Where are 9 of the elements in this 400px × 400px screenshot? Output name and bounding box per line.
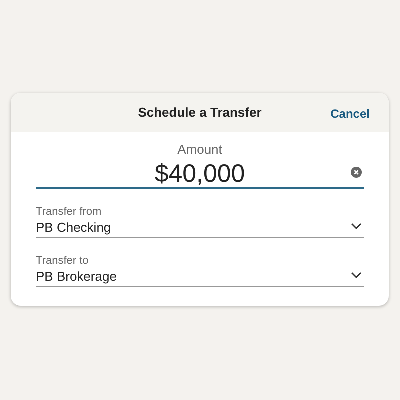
- amount-field[interactable]: $40,000: [36, 160, 364, 188]
- chevron-down-icon: [351, 222, 362, 230]
- account-select[interactable]: Transfer to PB Brokerage: [36, 254, 364, 286]
- amount-label: Amount: [178, 141, 222, 159]
- account-select[interactable]: Transfer from PB Checking: [36, 204, 364, 238]
- chevron-down-icon: [351, 272, 362, 278]
- clear-icon[interactable]: [351, 166, 362, 178]
- dialog-title: Schedule a Transfer: [138, 104, 262, 122]
- cancel-button[interactable]: Cancel: [330, 105, 370, 123]
